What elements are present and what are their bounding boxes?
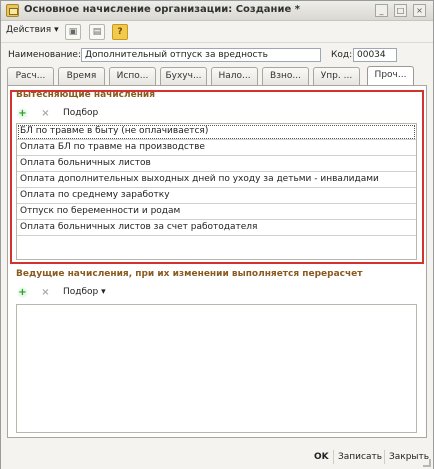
footer-divider <box>384 450 385 464</box>
table-row[interactable]: Отпуск по беременности и родам <box>17 204 416 220</box>
code-label: Код: <box>331 50 353 60</box>
delete-icon[interactable]: × <box>39 286 52 299</box>
tab-tax[interactable]: Нало... <box>211 67 258 85</box>
name-label: Наименование: <box>8 50 81 60</box>
ok-button[interactable]: OK <box>314 450 329 464</box>
minimize-button[interactable]: _ <box>375 4 388 17</box>
actions-menu[interactable]: Действия ▾ <box>6 25 59 35</box>
window-titlebar: Основное начисление организации: Создани… <box>1 1 433 21</box>
table-row[interactable]: Оплата дополнительных выходных дней по у… <box>17 172 416 188</box>
leading-group-title: Ведущие начисления, при их изменении вып… <box>16 269 363 279</box>
add-icon[interactable]: + <box>16 107 29 120</box>
displacing-table: БЛ по травме в быту (не оплачивается) Оп… <box>16 123 417 260</box>
chevron-down-icon: ▾ <box>101 287 106 297</box>
displacing-select-button[interactable]: Подбор <box>63 108 98 118</box>
delete-icon[interactable]: × <box>39 107 52 120</box>
chevron-down-icon: ▾ <box>54 25 59 35</box>
table-row[interactable]: Оплата по среднему заработку <box>17 188 416 204</box>
dialog-window: Основное начисление организации: Создани… <box>0 0 434 469</box>
tab-accounting[interactable]: Бухуч... <box>160 67 207 85</box>
document-icon <box>6 4 19 17</box>
tab-calculation[interactable]: Расч... <box>7 67 54 85</box>
close-window-button[interactable]: × <box>413 4 426 17</box>
table-row[interactable]: Оплата больничных листов за счет работод… <box>17 220 416 236</box>
help-icon[interactable]: ? <box>112 24 128 40</box>
displacing-group-title: Вытесняющие начисления <box>16 90 156 100</box>
maximize-button[interactable]: □ <box>394 4 407 17</box>
footer-divider <box>333 450 334 464</box>
table-row[interactable]: Оплата больничных листов <box>17 156 416 172</box>
main-toolbar: Действия ▾ ▣ ▤ ? <box>1 21 433 43</box>
tab-strip: Расч... Время Испо... Бухуч... Нало... В… <box>7 66 421 86</box>
save-button[interactable]: Записать <box>338 450 382 464</box>
name-field[interactable]: Дополнительный отпуск за вредность <box>81 48 321 62</box>
displacing-toolbar: + × Подбор <box>16 106 416 122</box>
leading-table <box>16 304 417 433</box>
table-row[interactable]: Оплата БЛ по травме на производстве <box>17 140 416 156</box>
tab-management[interactable]: Упр. ... <box>313 67 360 85</box>
code-field[interactable]: 00034 <box>353 48 397 62</box>
resize-grip-icon[interactable] <box>423 459 431 467</box>
leading-toolbar: + × Подбор ▾ <box>16 285 416 301</box>
dialog-footer: OK Записать Закрыть <box>1 444 433 469</box>
tab-usage[interactable]: Испо... <box>109 67 156 85</box>
leading-select-label: Подбор <box>63 287 99 297</box>
add-icon[interactable]: + <box>16 286 29 299</box>
leading-select-button[interactable]: Подбор ▾ <box>63 287 106 297</box>
tab-time[interactable]: Время <box>58 67 105 85</box>
save-icon[interactable]: ▣ <box>65 24 81 40</box>
tab-contributions[interactable]: Взно... <box>262 67 309 85</box>
window-title: Основное начисление организации: Создани… <box>24 4 300 15</box>
table-row[interactable]: БЛ по травме в быту (не оплачивается) <box>17 124 416 140</box>
tab-other[interactable]: Проч... <box>367 66 414 86</box>
actions-label: Действия <box>6 25 52 35</box>
print-icon[interactable]: ▤ <box>89 24 105 40</box>
